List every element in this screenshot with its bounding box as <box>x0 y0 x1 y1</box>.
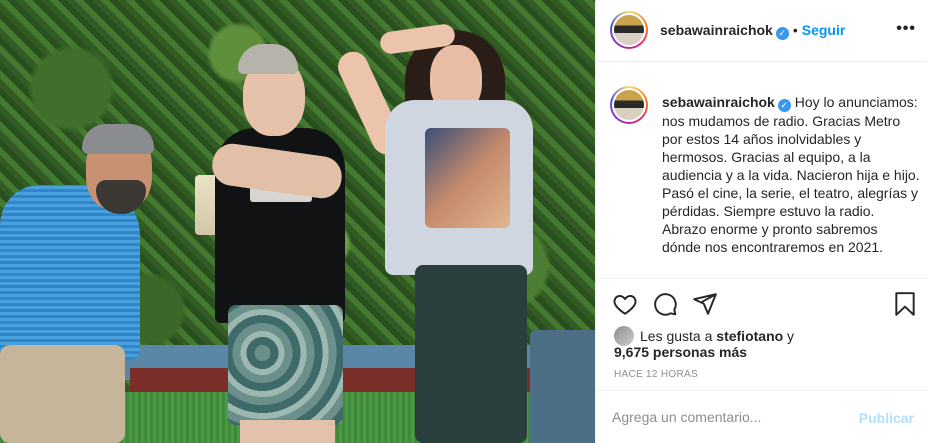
likes-summary: Les gusta a stefiotano y <box>614 326 794 346</box>
person-right-shirt-print <box>425 128 510 228</box>
comment-bar: Publicar <box>596 390 927 443</box>
post-timestamp[interactable]: HACE 12 HORAS <box>614 369 698 380</box>
likes-suffix: y <box>783 328 795 344</box>
caption-username[interactable]: sebawainraichok <box>662 94 775 110</box>
verified-badge-icon: ✓ <box>777 99 791 112</box>
follow-button[interactable]: Seguir <box>802 22 846 38</box>
publish-button[interactable]: Publicar <box>859 410 914 426</box>
person-middle-shorts <box>228 305 343 425</box>
caption-author-avatar[interactable] <box>610 86 648 124</box>
bookmark-icon[interactable] <box>892 291 918 317</box>
person-middle-legs <box>240 420 335 443</box>
person-middle-cap <box>238 44 298 74</box>
person-left-hair <box>82 124 154 154</box>
likes-count[interactable]: 9,675 personas más <box>614 344 747 360</box>
post-header: sebawainraichok ✓ • Seguir ••• <box>596 0 927 62</box>
separator-dot: • <box>792 22 798 38</box>
author-line: sebawainraichok ✓ • Seguir <box>660 22 845 40</box>
share-icon[interactable] <box>692 291 718 317</box>
person-left-pants <box>0 345 125 443</box>
comment-icon[interactable] <box>652 291 678 317</box>
liker-username[interactable]: stefiotano <box>716 328 783 344</box>
more-options-icon[interactable]: ••• <box>896 20 916 38</box>
likes-prefix: Les gusta a <box>640 328 717 344</box>
liker-avatar[interactable] <box>614 326 634 346</box>
verified-badge-icon: ✓ <box>775 27 789 40</box>
post-photo[interactable] <box>0 0 595 443</box>
comment-input[interactable] <box>612 409 852 425</box>
caption-text: Hoy lo anunciamos: nos mudamos de radio.… <box>662 94 920 255</box>
author-avatar[interactable] <box>610 11 648 49</box>
photo-planter <box>530 330 595 443</box>
person-right-pants <box>415 265 527 443</box>
caption-section: sebawainraichok ✓ Hoy lo anunciamos: nos … <box>596 62 927 278</box>
post-actions: Les gusta a stefiotano y 9,675 personas … <box>596 278 927 390</box>
post-side-panel: sebawainraichok ✓ • Seguir ••• sebawainraic… <box>595 0 927 443</box>
post-caption: sebawainraichok ✓ Hoy lo anunciamos: nos … <box>662 93 920 256</box>
author-username[interactable]: sebawainraichok <box>660 22 773 38</box>
heart-icon[interactable] <box>612 291 638 317</box>
